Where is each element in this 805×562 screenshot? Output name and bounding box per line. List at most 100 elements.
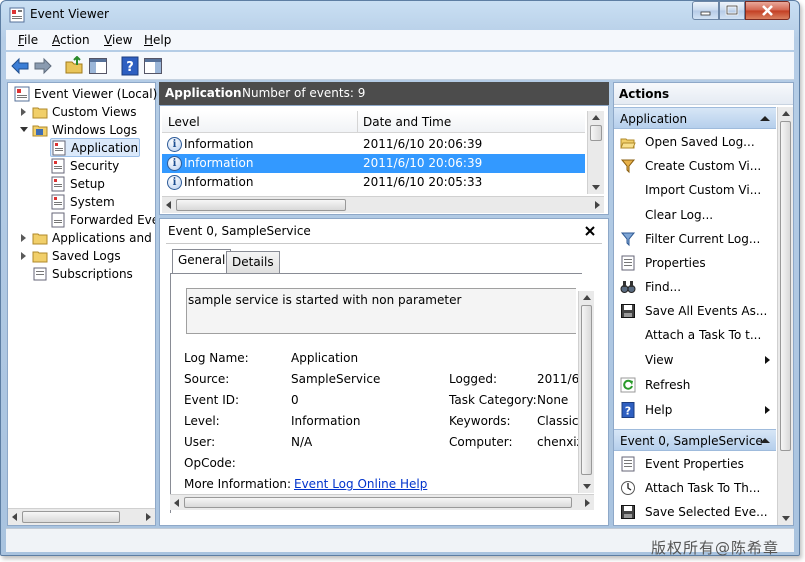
collapse-up-icon[interactable] (760, 438, 770, 443)
expand-arrow-icon[interactable] (21, 108, 26, 116)
scroll-thumb[interactable] (176, 199, 346, 211)
collapse-up-icon[interactable] (760, 116, 770, 121)
log-header-title: Application (165, 86, 242, 100)
show-hide-action-pane-icon[interactable] (143, 56, 163, 76)
action-view[interactable]: View (614, 349, 774, 371)
folder-open-icon (620, 138, 636, 149)
tree-item-forwarded-events[interactable]: Forwarded Ever (50, 211, 155, 229)
minimize-icon (700, 11, 711, 16)
close-button[interactable] (745, 1, 790, 20)
column-header-datetime[interactable]: Date and Time (363, 115, 451, 129)
action-clear-log[interactable]: Clear Log... (614, 204, 774, 226)
scroll-right-icon[interactable] (595, 201, 600, 209)
scroll-down-icon[interactable] (592, 185, 600, 190)
events-vertical-scrollbar[interactable] (587, 111, 604, 194)
scroll-thumb[interactable] (22, 511, 120, 523)
tab-general[interactable]: General (172, 249, 232, 273)
action-create-custom-view[interactable]: Create Custom Vi... (614, 155, 774, 177)
action-save-selected-events[interactable]: Save Selected Eve... (614, 501, 774, 523)
toolbar: ? (6, 52, 794, 80)
computer-value: chenxiz (537, 435, 583, 449)
scroll-right-icon[interactable] (585, 499, 590, 507)
up-folder-icon[interactable] (64, 56, 84, 76)
actions-section-event[interactable]: Event 0, SampleService (614, 429, 776, 451)
forward-arrow-icon[interactable] (33, 56, 53, 76)
tree-item-applications-services[interactable]: Applications and Se (32, 229, 155, 247)
scroll-thumb[interactable] (581, 305, 592, 475)
scroll-left-icon[interactable] (166, 201, 171, 209)
clock-icon (621, 481, 635, 495)
tree-horizontal-scrollbar[interactable] (8, 508, 155, 525)
scroll-down-icon[interactable] (583, 484, 591, 489)
filter-icon (620, 232, 636, 247)
action-import-custom-view[interactable]: Import Custom Vi... (614, 179, 774, 201)
back-arrow-icon[interactable] (10, 56, 30, 76)
close-icon[interactable] (584, 225, 596, 237)
action-event-properties[interactable]: Event Properties (614, 453, 774, 475)
action-find[interactable]: Find... (614, 276, 774, 298)
detail-horizontal-scrollbar[interactable] (170, 494, 594, 510)
scroll-thumb[interactable] (780, 121, 791, 451)
folder-icon (32, 233, 48, 245)
help-icon: ? (621, 402, 635, 418)
tree-label: Application (71, 141, 139, 155)
action-label: Attach Task To Th... (645, 481, 761, 495)
action-filter-current-log[interactable]: Filter Current Log... (614, 228, 774, 250)
action-label: Refresh (645, 378, 691, 392)
collapse-arrow-icon[interactable] (20, 127, 28, 132)
log-header-bar: Application Number of events: 9 (159, 82, 609, 105)
menu-help[interactable]: Help (144, 33, 171, 47)
action-attach-task[interactable]: Attach a Task To t... (614, 324, 774, 346)
scroll-down-icon[interactable] (782, 516, 790, 521)
expand-arrow-icon[interactable] (21, 252, 26, 260)
folder-icon (32, 251, 48, 263)
folder-icon (32, 107, 48, 119)
scroll-up-icon[interactable] (583, 295, 591, 300)
scroll-right-icon[interactable] (146, 513, 151, 521)
menu-action[interactable]: Action (52, 33, 90, 47)
scroll-left-icon[interactable] (12, 513, 17, 521)
event-message-box[interactable]: sample service is started with non param… (186, 288, 576, 334)
actions-section-application[interactable]: Application (614, 107, 776, 129)
action-open-saved-log[interactable]: Open Saved Log... (614, 131, 774, 153)
action-save-all-events[interactable]: Save All Events As... (614, 300, 774, 322)
menu-file[interactable]: File (18, 33, 38, 47)
source-label: Source: (184, 372, 230, 386)
folder-open-icon (32, 125, 48, 137)
action-refresh[interactable]: Refresh (614, 374, 774, 396)
event-level: Information (184, 175, 254, 189)
scroll-up-icon[interactable] (592, 115, 600, 120)
user-value: N/A (291, 435, 313, 449)
navigation-tree: Event Viewer (Local) Custom Views Window… (7, 82, 157, 526)
tab-details[interactable]: Details (226, 251, 280, 273)
scroll-up-icon[interactable] (782, 111, 790, 116)
logged-label: Logged: (449, 372, 498, 386)
action-help[interactable]: ? Help (614, 399, 774, 421)
action-properties[interactable]: Properties (614, 252, 774, 274)
scroll-thumb[interactable] (590, 125, 602, 141)
expand-arrow-icon[interactable] (21, 234, 26, 242)
event-row[interactable]: i Information 2011/6/10 20:06:39 (162, 135, 585, 154)
scroll-left-icon[interactable] (174, 499, 179, 507)
title-bar[interactable]: Event Viewer (0, 0, 800, 28)
action-label: Save All Events As... (645, 304, 768, 318)
event-log-online-help-link[interactable]: Event Log Online Help (294, 477, 427, 491)
action-attach-task-to-event[interactable]: Attach Task To Th... (614, 477, 774, 499)
column-header-level[interactable]: Level (168, 115, 200, 129)
column-divider[interactable] (357, 111, 358, 133)
tree-label: Forwarded Ever (70, 213, 155, 227)
actions-vertical-scrollbar[interactable] (777, 107, 793, 525)
event-row[interactable]: i Information 2011/6/10 20:05:33 (162, 173, 585, 192)
action-label: Attach a Task To t... (645, 328, 762, 342)
minimize-button[interactable] (692, 1, 719, 20)
detail-vertical-scrollbar[interactable] (578, 291, 594, 493)
scroll-thumb[interactable] (184, 497, 572, 508)
show-hide-tree-icon[interactable] (88, 56, 108, 76)
menu-view[interactable]: View (104, 33, 132, 47)
event-row-selected[interactable]: i Information 2011/6/10 20:06:39 (162, 154, 585, 173)
maximize-button[interactable] (719, 1, 745, 20)
help-icon[interactable]: ? (120, 56, 140, 76)
tree-item-application[interactable]: Application (50, 138, 140, 157)
events-horizontal-scrollbar[interactable] (162, 196, 604, 213)
section-label: Event 0, SampleService (620, 434, 763, 448)
